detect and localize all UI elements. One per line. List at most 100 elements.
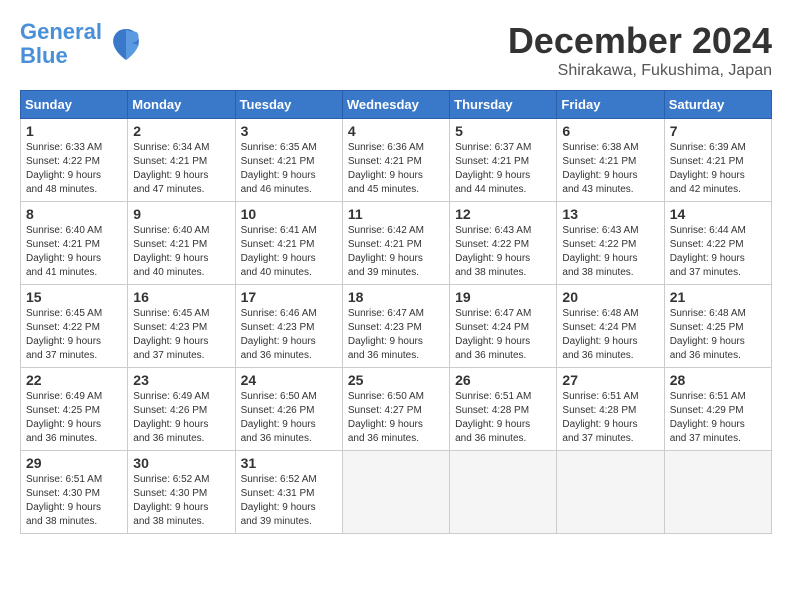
day-info: Sunrise: 6:34 AM Sunset: 4:21 PM Dayligh…: [133, 141, 229, 197]
day-number: 19: [455, 289, 551, 305]
day-number: 8: [26, 206, 122, 222]
day-number: 6: [562, 123, 658, 139]
weekday-header-friday: Friday: [557, 91, 664, 119]
day-info: Sunrise: 6:50 AM Sunset: 4:26 PM Dayligh…: [241, 390, 337, 446]
day-number: 27: [562, 372, 658, 388]
day-number: 4: [348, 123, 444, 139]
day-cell: 22Sunrise: 6:49 AM Sunset: 4:25 PM Dayli…: [21, 368, 128, 451]
day-info: Sunrise: 6:51 AM Sunset: 4:28 PM Dayligh…: [562, 390, 658, 446]
day-info: Sunrise: 6:41 AM Sunset: 4:21 PM Dayligh…: [241, 224, 337, 280]
day-number: 23: [133, 372, 229, 388]
week-row-5: 29Sunrise: 6:51 AM Sunset: 4:30 PM Dayli…: [21, 451, 772, 534]
day-info: Sunrise: 6:50 AM Sunset: 4:27 PM Dayligh…: [348, 390, 444, 446]
day-cell: 9 Sunrise: 6:40 AM Sunset: 4:21 PM Daylig…: [128, 202, 235, 285]
day-cell: [664, 451, 771, 534]
day-number: 15: [26, 289, 122, 305]
header: GeneralBlue December 2024 Shirakawa, Fuk…: [20, 20, 772, 80]
day-number: 14: [670, 206, 766, 222]
logo-icon: [106, 24, 146, 64]
weekday-header-sunday: Sunday: [21, 91, 128, 119]
day-cell: 14 Sunrise: 6:44 AM Sunset: 4:22 PM Dayli…: [664, 202, 771, 285]
weekday-header-monday: Monday: [128, 91, 235, 119]
day-cell: 31Sunrise: 6:52 AM Sunset: 4:31 PM Dayli…: [235, 451, 342, 534]
title-area: December 2024 Shirakawa, Fukushima, Japa…: [508, 20, 772, 80]
day-cell: 1Sunrise: 6:33 AM Sunset: 4:22 PM Daylig…: [21, 119, 128, 202]
day-cell: 26 Sunrise: 6:51 AM Sunset: 4:28 PM Dayli…: [450, 368, 557, 451]
day-cell: 20 Sunrise: 6:48 AM Sunset: 4:24 PM Dayli…: [557, 285, 664, 368]
day-cell: 7 Sunrise: 6:39 AM Sunset: 4:21 PM Daylig…: [664, 119, 771, 202]
day-info: Sunrise: 6:40 AM Sunset: 4:21 PM Dayligh…: [26, 224, 122, 280]
day-info: Sunrise: 6:44 AM Sunset: 4:22 PM Dayligh…: [670, 224, 766, 280]
day-info: Sunrise: 6:49 AM Sunset: 4:26 PM Dayligh…: [133, 390, 229, 446]
day-info: Sunrise: 6:51 AM Sunset: 4:28 PM Dayligh…: [455, 390, 551, 446]
day-cell: 24 Sunrise: 6:50 AM Sunset: 4:26 PM Dayli…: [235, 368, 342, 451]
day-number: 11: [348, 206, 444, 222]
day-number: 25: [348, 372, 444, 388]
day-info: Sunrise: 6:43 AM Sunset: 4:22 PM Dayligh…: [562, 224, 658, 280]
day-info: Sunrise: 6:51 AM Sunset: 4:30 PM Dayligh…: [26, 473, 122, 529]
day-cell: 5Sunrise: 6:37 AM Sunset: 4:21 PM Daylig…: [450, 119, 557, 202]
day-number: 2: [133, 123, 229, 139]
month-title: December 2024: [508, 20, 772, 62]
day-info: Sunrise: 6:45 AM Sunset: 4:23 PM Dayligh…: [133, 307, 229, 363]
day-number: 1: [26, 123, 122, 139]
week-row-2: 8 Sunrise: 6:40 AM Sunset: 4:21 PM Daylig…: [21, 202, 772, 285]
day-info: Sunrise: 6:46 AM Sunset: 4:23 PM Dayligh…: [241, 307, 337, 363]
weekday-header-row: SundayMondayTuesdayWednesdayThursdayFrid…: [21, 91, 772, 119]
logo: GeneralBlue: [20, 20, 146, 68]
day-info: Sunrise: 6:38 AM Sunset: 4:21 PM Dayligh…: [562, 141, 658, 197]
day-number: 24: [241, 372, 337, 388]
weekday-header-wednesday: Wednesday: [342, 91, 449, 119]
day-info: Sunrise: 6:52 AM Sunset: 4:31 PM Dayligh…: [241, 473, 337, 529]
day-info: Sunrise: 6:47 AM Sunset: 4:23 PM Dayligh…: [348, 307, 444, 363]
day-number: 13: [562, 206, 658, 222]
day-cell: 27 Sunrise: 6:51 AM Sunset: 4:28 PM Dayli…: [557, 368, 664, 451]
day-cell: 16Sunrise: 6:45 AM Sunset: 4:23 PM Dayli…: [128, 285, 235, 368]
day-number: 28: [670, 372, 766, 388]
day-cell: 6 Sunrise: 6:38 AM Sunset: 4:21 PM Daylig…: [557, 119, 664, 202]
weekday-header-tuesday: Tuesday: [235, 91, 342, 119]
day-number: 3: [241, 123, 337, 139]
day-cell: 30 Sunrise: 6:52 AM Sunset: 4:30 PM Dayli…: [128, 451, 235, 534]
day-cell: 15 Sunrise: 6:45 AM Sunset: 4:22 PM Dayli…: [21, 285, 128, 368]
weekday-header-saturday: Saturday: [664, 91, 771, 119]
day-info: Sunrise: 6:52 AM Sunset: 4:30 PM Dayligh…: [133, 473, 229, 529]
day-info: Sunrise: 6:43 AM Sunset: 4:22 PM Dayligh…: [455, 224, 551, 280]
day-cell: 25 Sunrise: 6:50 AM Sunset: 4:27 PM Dayli…: [342, 368, 449, 451]
day-info: Sunrise: 6:39 AM Sunset: 4:21 PM Dayligh…: [670, 141, 766, 197]
day-number: 9: [133, 206, 229, 222]
day-info: Sunrise: 6:35 AM Sunset: 4:21 PM Dayligh…: [241, 141, 337, 197]
day-cell: 21Sunrise: 6:48 AM Sunset: 4:25 PM Dayli…: [664, 285, 771, 368]
day-number: 7: [670, 123, 766, 139]
day-cell: [450, 451, 557, 534]
logo-text: GeneralBlue: [20, 20, 102, 68]
day-cell: 18 Sunrise: 6:47 AM Sunset: 4:23 PM Dayli…: [342, 285, 449, 368]
day-number: 17: [241, 289, 337, 305]
day-info: Sunrise: 6:37 AM Sunset: 4:21 PM Dayligh…: [455, 141, 551, 197]
day-number: 18: [348, 289, 444, 305]
day-cell: 28Sunrise: 6:51 AM Sunset: 4:29 PM Dayli…: [664, 368, 771, 451]
day-number: 20: [562, 289, 658, 305]
day-info: Sunrise: 6:45 AM Sunset: 4:22 PM Dayligh…: [26, 307, 122, 363]
week-row-3: 15 Sunrise: 6:45 AM Sunset: 4:22 PM Dayli…: [21, 285, 772, 368]
weekday-header-thursday: Thursday: [450, 91, 557, 119]
day-cell: 10Sunrise: 6:41 AM Sunset: 4:21 PM Dayli…: [235, 202, 342, 285]
day-info: Sunrise: 6:49 AM Sunset: 4:25 PM Dayligh…: [26, 390, 122, 446]
day-info: Sunrise: 6:36 AM Sunset: 4:21 PM Dayligh…: [348, 141, 444, 197]
day-cell: [557, 451, 664, 534]
location-title: Shirakawa, Fukushima, Japan: [508, 62, 772, 80]
day-cell: 23 Sunrise: 6:49 AM Sunset: 4:26 PM Dayli…: [128, 368, 235, 451]
week-row-1: 1Sunrise: 6:33 AM Sunset: 4:22 PM Daylig…: [21, 119, 772, 202]
day-info: Sunrise: 6:40 AM Sunset: 4:21 PM Dayligh…: [133, 224, 229, 280]
week-row-4: 22Sunrise: 6:49 AM Sunset: 4:25 PM Dayli…: [21, 368, 772, 451]
day-cell: 13 Sunrise: 6:43 AM Sunset: 4:22 PM Dayli…: [557, 202, 664, 285]
day-info: Sunrise: 6:47 AM Sunset: 4:24 PM Dayligh…: [455, 307, 551, 363]
day-cell: 11Sunrise: 6:42 AM Sunset: 4:21 PM Dayli…: [342, 202, 449, 285]
day-number: 26: [455, 372, 551, 388]
day-cell: 4 Sunrise: 6:36 AM Sunset: 4:21 PM Daylig…: [342, 119, 449, 202]
day-info: Sunrise: 6:48 AM Sunset: 4:25 PM Dayligh…: [670, 307, 766, 363]
day-info: Sunrise: 6:48 AM Sunset: 4:24 PM Dayligh…: [562, 307, 658, 363]
day-number: 30: [133, 455, 229, 471]
day-cell: 12Sunrise: 6:43 AM Sunset: 4:22 PM Dayli…: [450, 202, 557, 285]
day-cell: 17 Sunrise: 6:46 AM Sunset: 4:23 PM Dayli…: [235, 285, 342, 368]
